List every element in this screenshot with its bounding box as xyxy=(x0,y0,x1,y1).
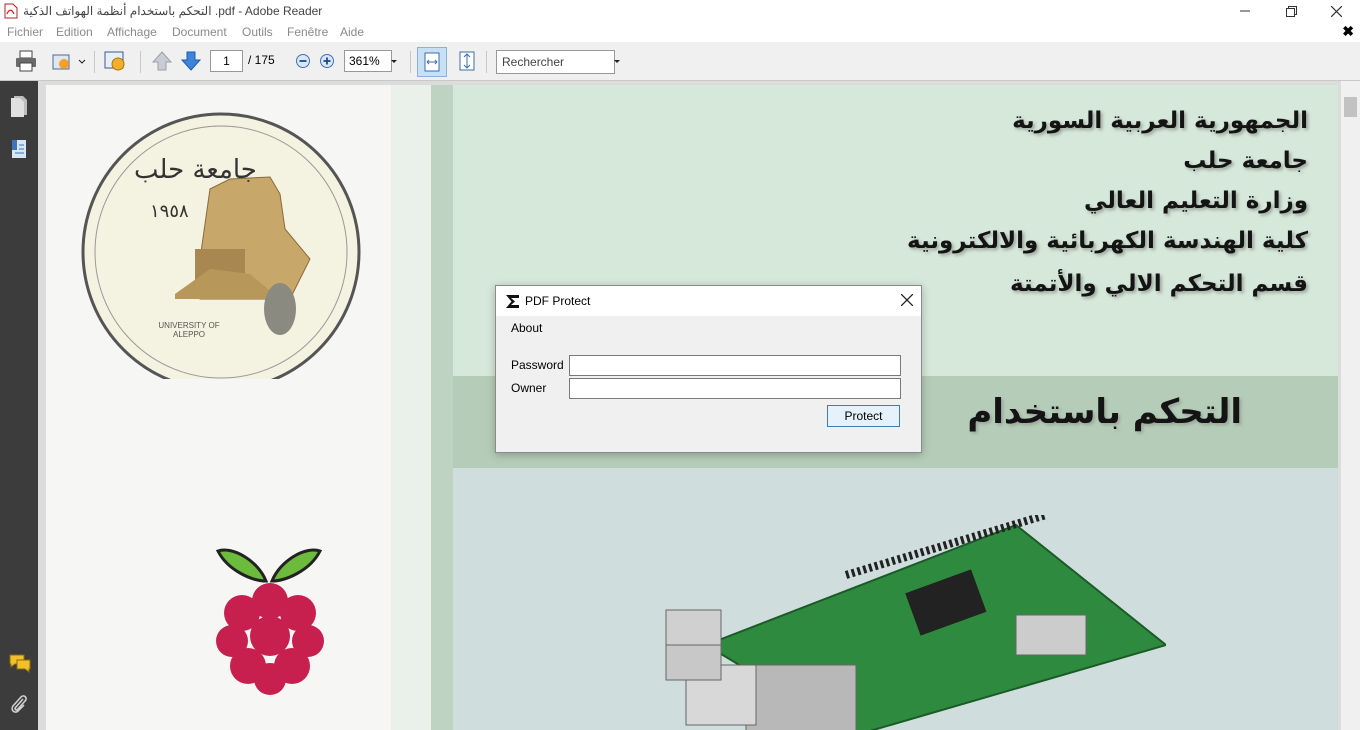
page-stripe xyxy=(431,85,453,730)
sync-icon xyxy=(104,51,125,71)
dialog-close-button[interactable] xyxy=(900,290,914,311)
collaborate-button[interactable] xyxy=(102,49,130,73)
zoom-out-icon xyxy=(296,54,310,68)
navigation-panel xyxy=(0,81,38,730)
next-page-button[interactable] xyxy=(180,49,202,73)
comments-icon xyxy=(9,654,31,673)
chevron-down-icon xyxy=(391,60,397,63)
zoom-in-button[interactable] xyxy=(318,49,336,73)
page-thumbnails-button[interactable] xyxy=(9,95,29,120)
arrow-up-icon xyxy=(151,51,173,71)
pdf-protect-dialog: PDF Protect About Password Owner Protect xyxy=(495,285,922,453)
close-document-button[interactable]: ✖ xyxy=(1342,23,1354,40)
menu-edition[interactable]: Edition xyxy=(56,25,93,39)
close-icon xyxy=(1330,5,1342,18)
dialog-title-bar: PDF Protect xyxy=(496,286,921,316)
logo-arabic-name: جامعة حلب xyxy=(134,155,257,185)
fit-page-icon xyxy=(459,51,475,71)
toolbar-separator xyxy=(486,51,487,73)
header-line-department: قسم التحكم الالي والأتمتة xyxy=(1009,271,1308,297)
pdf-file-icon xyxy=(4,3,18,19)
toolbar: 1 / 175 361% Rechercher xyxy=(0,42,1360,81)
raspberry-icon xyxy=(215,548,324,695)
print-button[interactable] xyxy=(14,49,38,73)
dialog-menu-bar: About xyxy=(496,316,921,342)
menu-fichier[interactable]: Fichier xyxy=(7,25,43,39)
menu-about[interactable]: About xyxy=(511,321,542,335)
document-title: التحكم باستخدام xyxy=(967,392,1242,432)
menu-bar: Fichier Edition Affichage Document Outil… xyxy=(0,22,1360,42)
page-stripe xyxy=(391,85,431,730)
zoom-in-icon xyxy=(320,54,334,68)
attachments-button[interactable] xyxy=(9,693,29,718)
logo-year: ١٩٥٨ xyxy=(150,201,189,222)
minimize-button[interactable] xyxy=(1222,0,1268,22)
page-total: / 175 xyxy=(248,53,275,67)
password-label: Password xyxy=(511,358,564,372)
toolbar-separator xyxy=(410,51,411,73)
header-line-faculty: كلية الهندسة الكهربائية والالكترونية xyxy=(907,228,1308,254)
window-title: التحكم باستخدام أنظمة الهواتف الذكية .pd… xyxy=(23,4,323,18)
toolbar-separator xyxy=(140,51,141,73)
minimize-icon xyxy=(1240,10,1250,12)
restore-icon xyxy=(1285,6,1297,17)
owner-label: Owner xyxy=(511,381,547,395)
fit-page-button[interactable] xyxy=(455,49,479,73)
toolbar-separator xyxy=(94,51,95,73)
printer-icon xyxy=(16,50,36,72)
zoom-dropdown-button[interactable] xyxy=(389,49,399,73)
raspberry-pi-logo xyxy=(208,541,332,700)
zoom-out-button[interactable] xyxy=(294,49,312,73)
menu-aide[interactable]: Aide xyxy=(340,25,364,39)
vertical-scrollbar[interactable] xyxy=(1341,81,1360,730)
zoom-level-input[interactable]: 361% xyxy=(344,50,392,72)
fit-width-button[interactable] xyxy=(417,47,447,77)
pages-icon xyxy=(11,96,27,117)
close-icon xyxy=(900,293,914,307)
arrow-down-icon xyxy=(180,51,202,71)
search-input[interactable]: Rechercher xyxy=(496,50,615,74)
fit-width-icon xyxy=(424,52,440,72)
raspberry-pi-board-image xyxy=(646,511,1169,730)
menu-document[interactable]: Document xyxy=(172,25,227,39)
previous-page-button[interactable] xyxy=(151,49,173,73)
circuit-board-icon xyxy=(665,511,1169,730)
menu-fenetre[interactable]: Fenêtre xyxy=(287,25,328,39)
menu-affichage[interactable]: Affichage xyxy=(107,25,157,39)
page-number-input[interactable]: 1 xyxy=(210,50,243,72)
logo-english-name: UNIVERSITY OF ALEPPO xyxy=(158,321,220,339)
restore-button[interactable] xyxy=(1268,0,1314,22)
header-line-university: جامعة حلب xyxy=(1183,148,1308,174)
comments-button[interactable] xyxy=(8,653,32,676)
dialog-title: PDF Protect xyxy=(525,294,591,308)
search-dropdown-button[interactable] xyxy=(612,49,622,73)
header-line-ministry: وزارة التعليم العالي xyxy=(1083,188,1308,214)
owner-field[interactable] xyxy=(569,378,901,399)
share-button[interactable] xyxy=(50,49,86,73)
scrollbar-thumb[interactable] xyxy=(1344,97,1357,117)
password-field[interactable] xyxy=(569,355,901,376)
bookmarks-button[interactable] xyxy=(9,138,29,163)
bookmark-icon xyxy=(12,140,26,158)
header-line-republic: الجمهورية العربية السورية xyxy=(1012,108,1308,134)
title-bar: التحكم باستخدام أنظمة الهواتف الذكية .pd… xyxy=(0,0,1360,22)
university-logo xyxy=(80,109,364,392)
close-window-button[interactable] xyxy=(1313,0,1359,22)
chevron-down-icon xyxy=(614,60,620,63)
protect-button[interactable]: Protect xyxy=(827,405,900,427)
share-icon xyxy=(52,54,86,70)
menu-outils[interactable]: Outils xyxy=(242,25,273,39)
sigma-icon xyxy=(506,295,519,308)
paperclip-icon xyxy=(11,695,27,713)
